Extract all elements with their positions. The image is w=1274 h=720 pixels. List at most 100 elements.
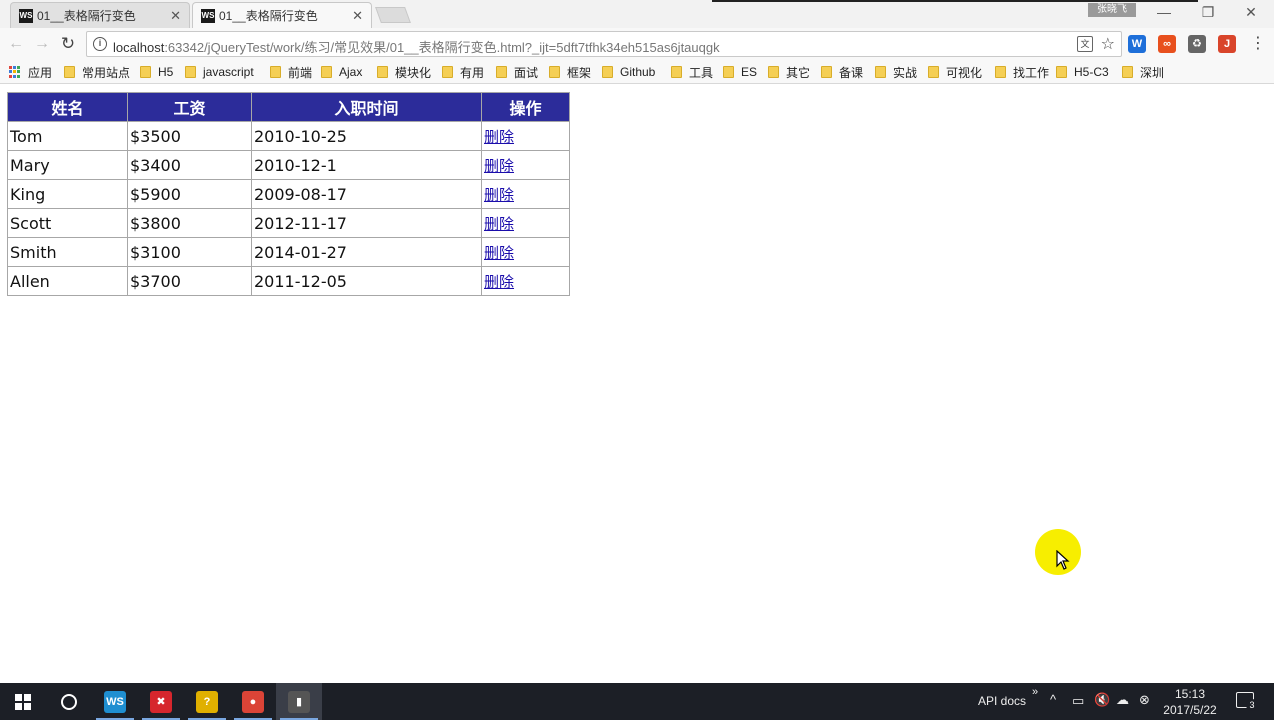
bookmark-folder[interactable]: 实战: [875, 64, 917, 80]
bookmark-label: H5-C3: [1074, 65, 1109, 79]
delete-link[interactable]: 删除: [484, 244, 514, 262]
bookmark-folder[interactable]: ES: [723, 64, 757, 80]
bookmark-apps[interactable]: 应用: [9, 64, 52, 80]
info-icon[interactable]: i: [93, 37, 107, 51]
webstorm-taskbar-button[interactable]: WS: [92, 683, 138, 720]
bookmark-label: 工具: [689, 65, 714, 80]
chrome-taskbar-button[interactable]: ●: [230, 683, 276, 720]
taskbar-clock[interactable]: 15:13 2017/5/22: [1160, 686, 1220, 718]
tab-close-icon[interactable]: ✕: [352, 8, 363, 24]
table-row: Tom $3500 2010-10-25 删除: [7, 121, 570, 151]
cell-name: King: [7, 179, 128, 209]
w-extension-icon[interactable]: W: [1128, 35, 1146, 53]
table-row: King $5900 2009-08-17 删除: [7, 179, 570, 209]
folder-icon: [723, 66, 734, 78]
bookmark-folder[interactable]: H5: [140, 64, 173, 80]
bookmark-folder[interactable]: 可视化: [928, 64, 982, 80]
help-taskbar-button[interactable]: ?: [184, 683, 230, 720]
mouse-cursor-icon: [1056, 550, 1070, 570]
bookmark-folder[interactable]: 常用站点: [64, 64, 130, 80]
address-bar[interactable]: i localhost:63342/jQueryTest/work/练习/常见效…: [86, 31, 1122, 57]
table-row: Smith $3100 2014-01-27 删除: [7, 237, 570, 267]
bookmark-label: 可视化: [946, 65, 983, 80]
close-circle-icon[interactable]: ⊗: [1139, 692, 1150, 708]
table-row: Scott $3800 2012-11-17 删除: [7, 208, 570, 238]
apps-grid-icon: [9, 65, 22, 79]
restore-button[interactable]: ❐: [1198, 4, 1218, 21]
cortana-button[interactable]: [46, 683, 92, 720]
url-text[interactable]: localhost:63342/jQueryTest/work/练习/常见效果/…: [113, 37, 720, 56]
bookmark-label: 常用站点: [82, 65, 131, 80]
bookmark-folder[interactable]: 找工作: [995, 64, 1049, 80]
start-button[interactable]: [0, 683, 46, 720]
j-extension-icon[interactable]: J: [1218, 35, 1236, 53]
windows-taskbar: WS ✖? ● ▮ API docs » ^ ▭ 🔇 ☁ ⊗ 15:13 2017/5…: [0, 683, 1274, 720]
table-header-row: 姓名 工资 入职时间 操作: [7, 92, 570, 122]
browser-menu-icon[interactable]: ⋮: [1250, 34, 1266, 54]
folder-icon: [185, 66, 196, 78]
reload-icon[interactable]: ↻: [58, 34, 78, 54]
delete-link[interactable]: 删除: [484, 186, 514, 204]
bookmark-label: 应用: [28, 65, 53, 80]
bookmark-star-icon[interactable]: ☆: [1101, 34, 1115, 54]
cell-salary: $3100: [127, 237, 252, 267]
show-hidden-icons[interactable]: ^: [1050, 692, 1056, 707]
bookmark-folder[interactable]: 前端: [270, 64, 312, 80]
delete-link[interactable]: 删除: [484, 157, 514, 175]
network-icon[interactable]: ▭: [1072, 693, 1084, 709]
table-row: Allen $3700 2011-12-05 删除: [7, 266, 570, 296]
top-edge-line: [712, 0, 1198, 2]
recycle-extension-icon[interactable]: ♻: [1188, 35, 1206, 53]
cell-hire-date: 2010-12-1: [251, 150, 482, 180]
bookmark-folder[interactable]: 有用: [442, 64, 484, 80]
bookmark-folder[interactable]: 面试: [496, 64, 538, 80]
api-docs-toolbar[interactable]: API docs: [978, 694, 1026, 708]
bookmark-folder[interactable]: Github: [602, 64, 655, 80]
new-tab-button[interactable]: [375, 7, 411, 23]
infinity-extension-icon[interactable]: ∞: [1158, 35, 1176, 53]
cell-hire-date: 2009-08-17: [251, 179, 482, 209]
bookmark-folder[interactable]: Ajax: [321, 64, 362, 80]
minimize-button[interactable]: —: [1154, 4, 1174, 20]
folder-icon: [64, 66, 75, 78]
bookmark-folder[interactable]: 深圳: [1122, 64, 1164, 80]
back-arrow-icon[interactable]: ←: [6, 34, 26, 54]
window-close-button[interactable]: ✕: [1241, 4, 1261, 21]
url-host: localhost: [113, 40, 165, 55]
folder-icon: [377, 66, 388, 78]
toolbar-expand-icon[interactable]: »: [1032, 686, 1038, 698]
bookmark-label: 实战: [893, 65, 918, 80]
bookmark-label: 备课: [839, 65, 864, 80]
forward-arrow-icon[interactable]: →: [32, 34, 52, 54]
xmind-taskbar-button[interactable]: ✖: [138, 683, 184, 720]
bookmark-label: 深圳: [1140, 65, 1165, 80]
bookmark-folder[interactable]: 工具: [671, 64, 713, 80]
delete-link[interactable]: 删除: [484, 215, 514, 233]
webstorm-taskbar-icon: WS: [104, 690, 126, 713]
bookmark-label: 有用: [460, 65, 485, 80]
webstorm-favicon-icon: WS: [19, 9, 33, 23]
cell-salary: $3500: [127, 121, 252, 151]
cell-hire-date: 2014-01-27: [251, 237, 482, 267]
bookmark-label: Ajax: [339, 65, 363, 79]
tab-close-icon[interactable]: ✕: [170, 8, 181, 24]
bookmark-folder[interactable]: H5-C3: [1056, 64, 1109, 80]
browser-tab-2[interactable]: WS 01__表格隔行变色 ✕: [192, 2, 372, 28]
bookmark-folder[interactable]: javascript: [185, 64, 254, 80]
cell-action: 删除: [481, 208, 570, 238]
delete-link[interactable]: 删除: [484, 273, 514, 291]
recorder-taskbar-button[interactable]: ▮: [276, 683, 322, 720]
bookmark-folder[interactable]: 备课: [821, 64, 863, 80]
bookmark-folder[interactable]: 模块化: [377, 64, 431, 80]
profile-badge[interactable]: 张晓飞: [1088, 3, 1136, 17]
cell-action: 删除: [481, 150, 570, 180]
weather-icon[interactable]: ☁: [1116, 692, 1129, 708]
volume-muted-icon[interactable]: 🔇: [1094, 692, 1110, 708]
delete-link[interactable]: 删除: [484, 128, 514, 146]
webstorm-favicon-icon: WS: [201, 9, 215, 23]
bookmark-folder[interactable]: 其它: [768, 64, 810, 80]
page-content: 姓名 工资 入职时间 操作 Tom $3500 2010-10-25 删除 Mary $3…: [0, 85, 1274, 683]
translate-icon[interactable]: 文: [1077, 36, 1093, 52]
browser-tab-1[interactable]: WS 01__表格隔行变色 ✕: [10, 2, 190, 28]
bookmark-folder[interactable]: 框架: [549, 64, 591, 80]
